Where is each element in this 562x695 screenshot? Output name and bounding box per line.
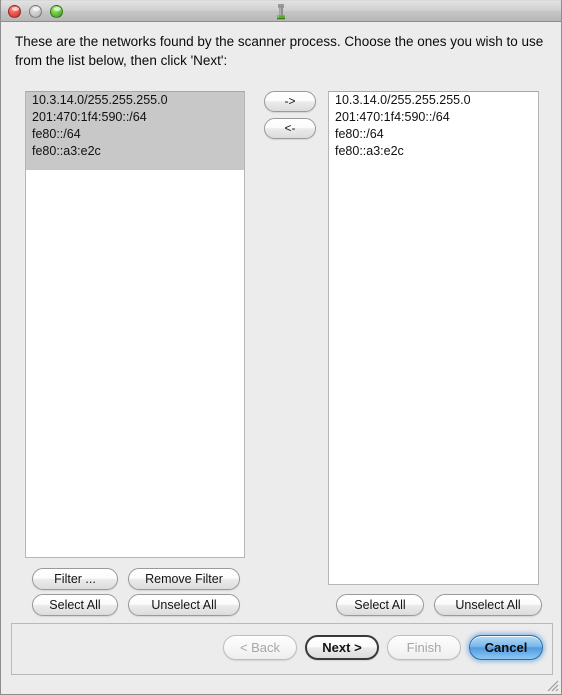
left-unselect-all-button[interactable]: Unselect All xyxy=(128,594,240,616)
navigation-buttons: < Back Next > Finish Cancel xyxy=(223,635,543,660)
title-bar[interactable] xyxy=(1,0,561,22)
remove-from-selected-button[interactable]: <- xyxy=(264,118,316,139)
close-window-button[interactable] xyxy=(8,5,21,18)
add-to-selected-button[interactable]: -> xyxy=(264,91,316,112)
finish-button[interactable]: Finish xyxy=(387,635,461,660)
remove-filter-button[interactable]: Remove Filter xyxy=(128,568,240,590)
list-item[interactable]: 201:470:1f4:590::/64 xyxy=(329,109,538,126)
selected-networks-list[interactable]: 10.3.14.0/255.255.255.0 201:470:1f4:590:… xyxy=(328,91,539,585)
cancel-button[interactable]: Cancel xyxy=(469,635,543,660)
resize-grip[interactable] xyxy=(545,678,560,693)
left-filter-row: Filter ... Remove Filter xyxy=(32,568,240,590)
transfer-buttons: -> <- xyxy=(264,91,320,145)
list-item[interactable]: fe80::/64 xyxy=(26,126,244,143)
navigation-panel: < Back Next > Finish Cancel xyxy=(11,623,553,675)
right-unselect-all-button[interactable]: Unselect All xyxy=(434,594,542,616)
next-button[interactable]: Next > xyxy=(305,635,379,660)
left-select-all-button[interactable]: Select All xyxy=(32,594,118,616)
list-item[interactable]: fe80::a3:e2c xyxy=(26,143,244,160)
main-area: 10.3.14.0/255.255.255.0 201:470:1f4:590:… xyxy=(1,78,561,623)
wizard-window: These are the networks found by the scan… xyxy=(0,0,562,695)
prompt-text: These are the networks found by the scan… xyxy=(1,22,561,78)
list-item[interactable]: fe80::a3:e2c xyxy=(329,143,538,160)
available-networks-list[interactable]: 10.3.14.0/255.255.255.0 201:470:1f4:590:… xyxy=(25,91,245,558)
window-controls xyxy=(8,5,63,18)
list-item[interactable]: 10.3.14.0/255.255.255.0 xyxy=(329,92,538,109)
minimize-window-button[interactable] xyxy=(29,5,42,18)
back-button[interactable]: < Back xyxy=(223,635,297,660)
right-select-all-button[interactable]: Select All xyxy=(336,594,424,616)
list-item[interactable]: 201:470:1f4:590::/64 xyxy=(26,109,244,126)
right-selection-row: Select All Unselect All xyxy=(336,594,542,616)
selection-fill xyxy=(26,160,244,170)
list-item[interactable]: fe80::/64 xyxy=(329,126,538,143)
list-item[interactable]: 10.3.14.0/255.255.255.0 xyxy=(26,92,244,109)
tower-app-icon xyxy=(277,4,285,20)
left-selection-row: Select All Unselect All xyxy=(32,594,240,616)
filter-button[interactable]: Filter ... xyxy=(32,568,118,590)
zoom-window-button[interactable] xyxy=(50,5,63,18)
